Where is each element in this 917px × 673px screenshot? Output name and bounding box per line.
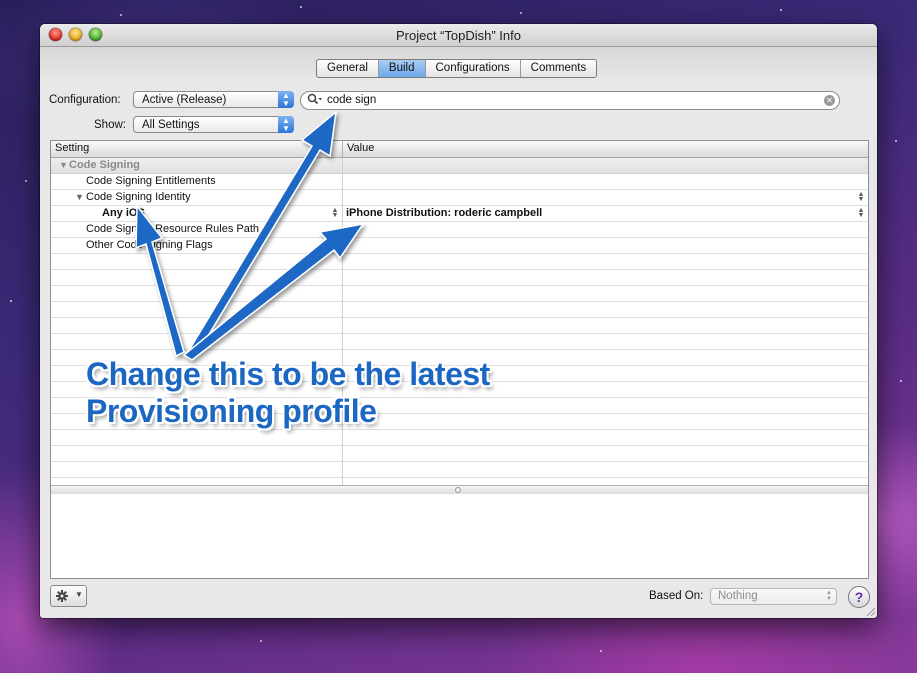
popup-arrows-icon: ▲ ▼ <box>278 91 294 108</box>
empty-row <box>51 430 868 446</box>
column-separator <box>342 158 343 485</box>
table-row[interactable]: Code Signing Resource Rules Path <box>51 222 868 238</box>
column-header-value[interactable]: Value <box>347 142 374 154</box>
tab-bar: General Build Configurations Comments <box>316 59 598 78</box>
callout-line-1: Change this to be the latest <box>86 356 490 392</box>
title-bar[interactable]: Project “TopDish” Info <box>40 24 877 47</box>
configuration-value: Active (Release) <box>142 94 227 106</box>
magnifier-icon[interactable] <box>307 93 323 108</box>
table-header: Setting Value <box>51 141 868 158</box>
show-popup[interactable]: All Settings ▲ ▼ <box>133 116 294 133</box>
popup-arrows-icon: ▲ ▼ <box>826 590 832 602</box>
setting-value[interactable]: iPhone Distribution: roderic campbell <box>346 207 542 219</box>
gear-icon <box>56 590 68 602</box>
table-row[interactable]: Other Code Signing Flags <box>51 238 868 254</box>
tab-configurations[interactable]: Configurations <box>426 60 521 77</box>
setting-name: Code Signing Identity <box>86 191 191 203</box>
resize-grip-icon[interactable] <box>865 606 875 616</box>
based-on-value: Nothing <box>718 590 758 602</box>
group-label: Code Signing <box>69 159 140 171</box>
setting-name: Other Code Signing Flags <box>86 239 213 251</box>
table-row-group[interactable]: ▼ Code Signing <box>51 158 868 174</box>
search-field[interactable]: code sign ✕ <box>300 91 840 110</box>
show-value: All Settings <box>142 119 200 131</box>
star <box>300 6 302 8</box>
configuration-popup[interactable]: Active (Release) ▲ ▼ <box>133 91 294 108</box>
based-on-popup: Nothing ▲ ▼ <box>710 588 837 605</box>
table-rows: ▼ Code Signing Code Signing Entitlements… <box>51 158 868 485</box>
empty-row <box>51 318 868 334</box>
star <box>120 14 122 16</box>
empty-row <box>51 446 868 462</box>
empty-row <box>51 254 868 270</box>
value-stepper-icon[interactable]: ▲ ▼ <box>857 207 865 219</box>
value-stepper-icon[interactable]: ▲ ▼ <box>857 191 865 203</box>
empty-row <box>51 270 868 286</box>
empty-row <box>51 302 868 318</box>
show-label: Show: <box>94 119 126 131</box>
chevron-down-icon: ▼ <box>75 590 83 599</box>
table-row[interactable]: Any iOS ▲ ▼ iPhone Distribution: roderic … <box>51 206 868 222</box>
annotation-callout: Change this to be the latest Provisionin… <box>86 356 490 430</box>
setting-name: Any iOS <box>102 207 145 219</box>
help-button[interactable]: ? <box>848 586 870 608</box>
disclosure-triangle-icon[interactable]: ▼ <box>59 160 68 170</box>
clear-search-icon[interactable]: ✕ <box>824 95 835 106</box>
action-gear-button[interactable]: ▼ <box>50 585 87 607</box>
window-title: Project “TopDish” Info <box>396 28 521 43</box>
star <box>900 380 902 382</box>
table-row[interactable]: ▼ Code Signing Identity ▲ ▼ <box>51 190 868 206</box>
disclosure-triangle-icon[interactable]: ▼ <box>75 192 84 202</box>
based-on-label: Based On: <box>649 590 704 602</box>
callout-line-2: Provisioning profile <box>86 393 377 429</box>
popup-arrows-icon: ▲ ▼ <box>278 116 294 133</box>
empty-row <box>51 334 868 350</box>
star <box>780 9 782 11</box>
tab-general[interactable]: General <box>317 60 379 77</box>
search-input[interactable]: code sign <box>327 94 376 106</box>
column-divider[interactable] <box>342 141 343 157</box>
star <box>10 300 12 302</box>
info-window: Project “TopDish” Info General Build Con… <box>40 24 877 618</box>
setting-name: Code Signing Resource Rules Path <box>86 223 260 235</box>
setting-name: Code Signing Entitlements <box>86 175 216 187</box>
configuration-label: Configuration: <box>49 94 121 106</box>
empty-row <box>51 286 868 302</box>
star <box>600 650 602 652</box>
setting-stepper-icon[interactable]: ▲ ▼ <box>331 207 339 219</box>
divider-grip-icon[interactable] <box>455 487 461 493</box>
star <box>25 180 27 182</box>
table-row[interactable]: Code Signing Entitlements <box>51 174 868 190</box>
star <box>895 140 897 142</box>
tab-comments[interactable]: Comments <box>521 60 597 77</box>
column-header-setting[interactable]: Setting <box>55 142 89 154</box>
star <box>520 12 522 14</box>
tab-build[interactable]: Build <box>378 60 426 77</box>
description-pane <box>51 494 868 578</box>
empty-row <box>51 462 868 478</box>
star <box>260 640 262 642</box>
